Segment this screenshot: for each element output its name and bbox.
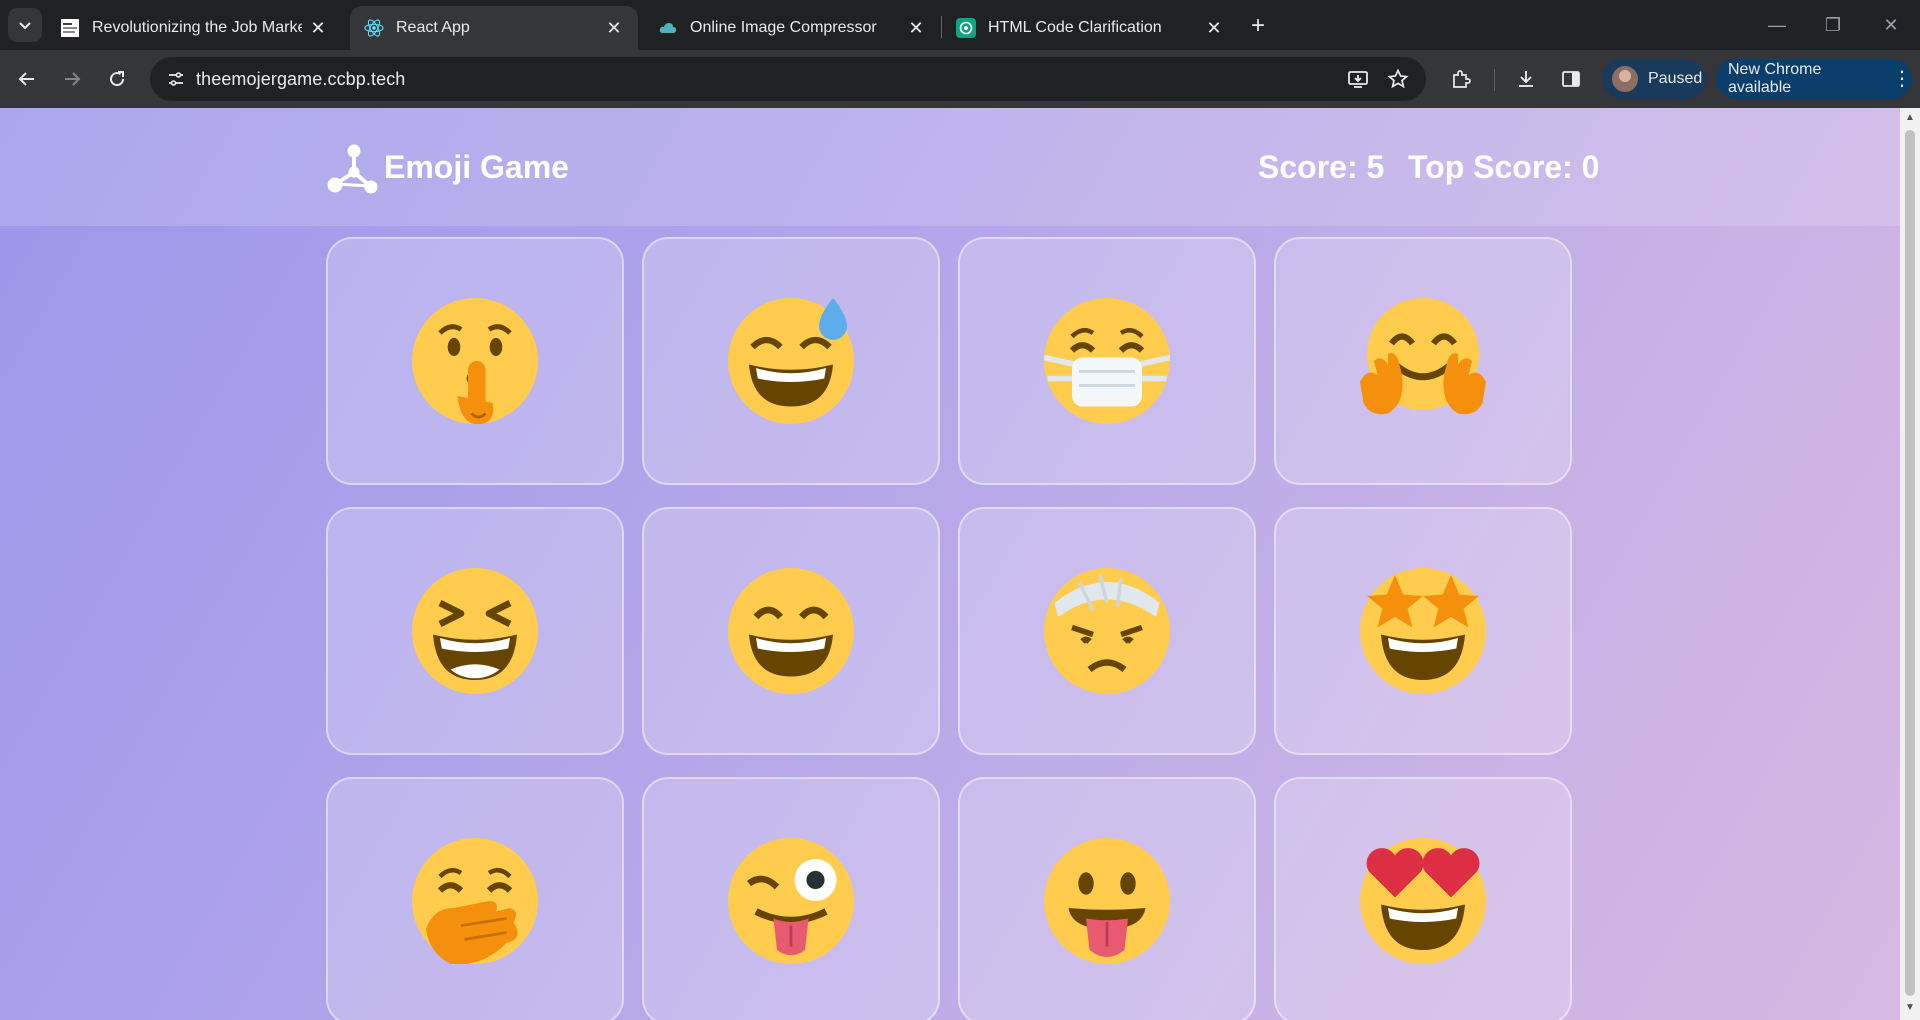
emoji-card[interactable] <box>642 507 940 755</box>
emoji-game-logo-icon <box>327 144 378 194</box>
face-with-tongue-emoji <box>1044 838 1170 964</box>
tab-revolutionizing[interactable]: Revolutionizing the Job Market ✕ <box>46 6 342 50</box>
game-header: Emoji Game Score: 5 Top Score: 0 <box>0 108 1900 226</box>
profile-status-label: Paused <box>1648 70 1703 87</box>
current-score: Score: 5 <box>1258 149 1385 185</box>
emoji-card[interactable] <box>958 237 1256 485</box>
smiling-face-with-heart-eyes-emoji <box>1360 838 1486 964</box>
chevron-down-icon <box>19 22 31 30</box>
hugging-face-emoji <box>1360 298 1486 415</box>
menu-dots-icon[interactable]: ⋮ <box>1892 69 1912 89</box>
emoji-card[interactable] <box>958 507 1256 755</box>
close-window-button[interactable]: ✕ <box>1876 10 1906 40</box>
update-label: New Chrome available <box>1728 61 1822 96</box>
scroll-down-arrow-icon[interactable]: ▼ <box>1904 1002 1916 1014</box>
toolbar-divider <box>1494 69 1495 91</box>
emoji-card[interactable] <box>1274 777 1572 1020</box>
face-with-medical-mask-emoji <box>1044 298 1170 424</box>
close-icon[interactable]: ✕ <box>906 18 926 38</box>
close-icon[interactable]: ✕ <box>604 18 624 38</box>
emoji-card[interactable] <box>326 777 624 1020</box>
chatgpt-icon <box>956 18 976 38</box>
news-favicon-icon <box>60 18 80 38</box>
tab-title: React App <box>396 19 470 36</box>
address-bar[interactable]: theemojergame.ccbp.tech <box>150 57 1426 101</box>
tab-search-button[interactable] <box>8 8 42 42</box>
restore-button[interactable]: ❐ <box>1818 10 1848 40</box>
avatar <box>1612 66 1638 92</box>
grinning-face-with-smiling-eyes-emoji <box>728 568 854 694</box>
forward-arrow-icon <box>65 72 81 86</box>
back-arrow-icon <box>18 72 34 86</box>
forward-button[interactable] <box>55 62 89 96</box>
reload-button[interactable] <box>100 62 134 96</box>
profile-button[interactable]: Paused <box>1602 59 1706 99</box>
tab-bar: Revolutionizing the Job Market ✕ React A… <box>0 0 1920 50</box>
shushing-face-emoji <box>412 298 538 424</box>
tab-image-compressor[interactable]: Online Image Compressor ✕ <box>644 6 940 50</box>
cloud-icon <box>658 18 678 38</box>
grinning-squinting-face-emoji <box>412 568 538 694</box>
grinning-face-with-sweat-emoji <box>728 298 854 424</box>
scroll-up-arrow-icon[interactable]: ▲ <box>1904 112 1916 124</box>
update-chrome-button[interactable]: New Chrome available ⋮ <box>1716 59 1912 99</box>
tab-title: Revolutionizing the Job Market <box>92 19 302 36</box>
brand-title: Emoji Game <box>384 149 569 185</box>
face-with-hand-over-mouth-emoji <box>412 838 538 964</box>
new-tab-button[interactable]: + <box>1244 12 1272 40</box>
tab-title: Online Image Compressor <box>690 19 877 36</box>
emoji-card[interactable] <box>642 237 940 485</box>
browser-toolbar: theemojergame.ccbp.tech Paused New Chrom… <box>0 50 1920 108</box>
emoji-card[interactable] <box>958 777 1256 1020</box>
emoji-card[interactable] <box>1274 507 1572 755</box>
scrollbar-thumb[interactable] <box>1905 130 1915 996</box>
emoji-card[interactable] <box>1274 237 1572 485</box>
close-icon[interactable]: ✕ <box>1204 18 1224 38</box>
page-viewport: Emoji Game Score: 5 Top Score: 0 <box>0 108 1900 1020</box>
tab-react-app[interactable]: React App ✕ <box>350 6 638 50</box>
tab-title: HTML Code Clarification <box>988 19 1162 36</box>
emoji-card[interactable] <box>326 237 624 485</box>
close-icon[interactable]: ✕ <box>308 18 328 38</box>
bookmark-star-icon[interactable] <box>1384 65 1412 93</box>
reload-icon <box>110 71 125 87</box>
tab-html-code[interactable]: HTML Code Clarification ✕ <box>942 6 1238 50</box>
side-panel-icon[interactable] <box>1554 62 1588 96</box>
top-score: Top Score: 0 <box>1408 149 1600 185</box>
back-button[interactable] <box>10 62 44 96</box>
minimize-button[interactable]: — <box>1762 10 1792 40</box>
download-icon[interactable] <box>1509 62 1543 96</box>
face-with-head-bandage-emoji <box>1044 568 1170 694</box>
install-app-icon[interactable] <box>1344 65 1372 93</box>
extensions-icon[interactable] <box>1444 62 1478 96</box>
winking-face-with-tongue-emoji <box>728 838 854 964</box>
emoji-card[interactable] <box>326 507 624 755</box>
url-text: theemojergame.ccbp.tech <box>196 69 406 89</box>
react-icon <box>364 18 384 38</box>
site-info-icon[interactable] <box>160 63 192 95</box>
emoji-card[interactable] <box>642 777 940 1020</box>
page-scrollbar[interactable]: ▲ ▼ <box>1900 108 1920 1020</box>
star-struck-emoji <box>1360 568 1486 694</box>
emoji-grid <box>326 237 1572 1020</box>
